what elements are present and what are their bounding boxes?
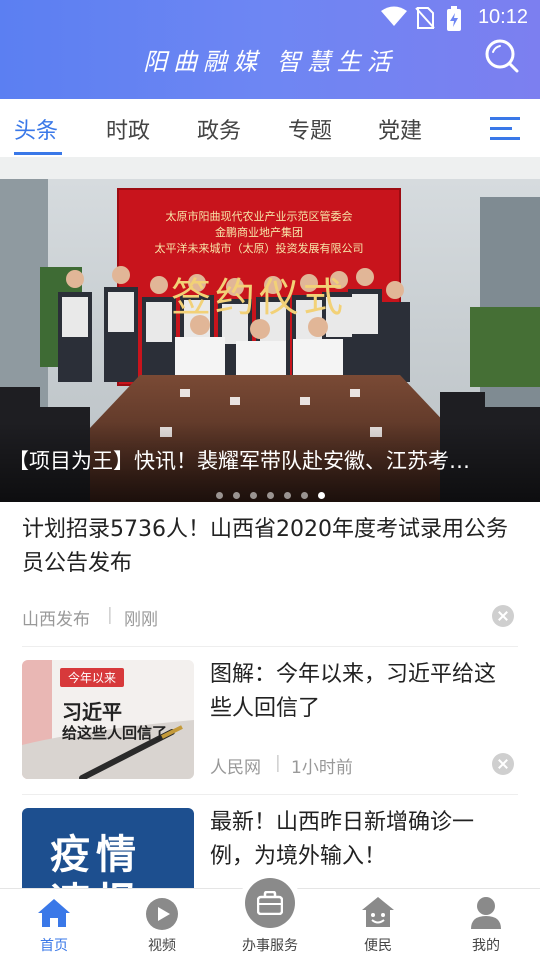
dismiss-icon[interactable] [492,605,514,627]
carousel-dot[interactable] [232,492,240,499]
tab-politics[interactable]: 时政 [106,113,150,145]
convenience-house-icon [362,897,394,927]
carousel-dot[interactable] [266,492,274,499]
nav-video[interactable]: 视频 [108,889,216,961]
nav-profile[interactable]: 我的 [432,889,540,961]
wifi-icon [381,6,407,26]
backdrop-org-line-1: 太原市阳曲现代农业产业示范区管委会 [165,210,353,223]
status-bar: 10:12 [0,0,540,36]
app-header: 10:12 阳曲融媒 智慧生活 [0,0,540,99]
tab-headlines[interactable]: 头条 [14,113,58,145]
news-title-1[interactable]: 计划招录5736人！山西省2020年度考试录用公务员公告发布 [22,513,522,581]
nav-label-home: 首页 [40,938,68,954]
thumb-line-2: 速报 [50,870,142,888]
services-center-button[interactable] [245,878,295,928]
news-time-1: 刚刚 [124,610,158,630]
tab-party[interactable]: 党建 [378,113,422,145]
news-source-1: 山西发布 [22,610,90,630]
news-thumbnail-3[interactable]: 疫情 速报 [22,808,194,888]
carousel-dot[interactable] [215,492,223,499]
divider [22,794,518,795]
play-icon [146,898,178,930]
backdrop-ceremony-title: 签约仪式 [171,275,347,321]
tab-topics[interactable]: 专题 [288,113,332,145]
briefcase-icon [257,891,283,915]
user-icon [471,897,501,929]
carousel-dot[interactable] [283,492,291,499]
tab-government[interactable]: 政务 [197,113,241,145]
meta-separator: | [275,753,281,773]
nav-label-convenience: 便民 [364,938,392,954]
nav-label-services: 办事服务 [242,938,298,954]
nav-label-video: 视频 [148,938,176,954]
category-tabs: 头条 时政 政务 专题 党建 [0,99,540,159]
status-time: 10:12 [477,6,528,28]
news-title-3[interactable]: 最新！山西昨日新增确诊一例，为境外输入！ [210,806,510,874]
nav-home[interactable]: 首页 [0,889,108,961]
home-icon [38,899,70,927]
news-title-2[interactable]: 图解：今年以来，习近平给这些人回信了 [210,658,510,726]
no-sim-icon [415,7,435,29]
nav-convenience[interactable]: 便民 [324,889,432,961]
carousel-dot[interactable] [300,492,308,499]
news-thumbnail-2[interactable]: 今年以来 习近平 给这些人回信了 [22,660,194,779]
menu-icon[interactable] [490,115,520,141]
header-slogan: 阳曲融媒 智慧生活 [143,48,397,76]
dismiss-icon[interactable] [492,753,514,775]
carousel-dot[interactable] [317,492,325,499]
meta-separator: | [107,605,113,625]
thumb-line-1: 习近平 [62,700,122,724]
backdrop-org-line-3: 太平洋未来城市（太原）投资发展有限公司 [154,242,364,255]
thumb-line-2: 给这些人回信了 [62,724,168,742]
search-icon[interactable] [484,38,520,74]
news-time-2: 1小时前 [291,758,353,778]
divider [22,646,518,647]
thumb-tag: 今年以来 [60,668,125,687]
backdrop-org-line-2: 金鹏商业地产集团 [215,226,303,239]
carousel-dot[interactable] [249,492,257,499]
news-source-2: 人民网 [210,758,261,778]
nav-label-profile: 我的 [472,938,500,954]
banner-caption[interactable]: 【项目为王】快讯！裴耀军带队赴安徽、江苏考… [8,445,533,475]
active-tab-indicator [14,152,62,155]
battery-charging-icon [447,6,461,31]
carousel-dots [0,484,540,503]
